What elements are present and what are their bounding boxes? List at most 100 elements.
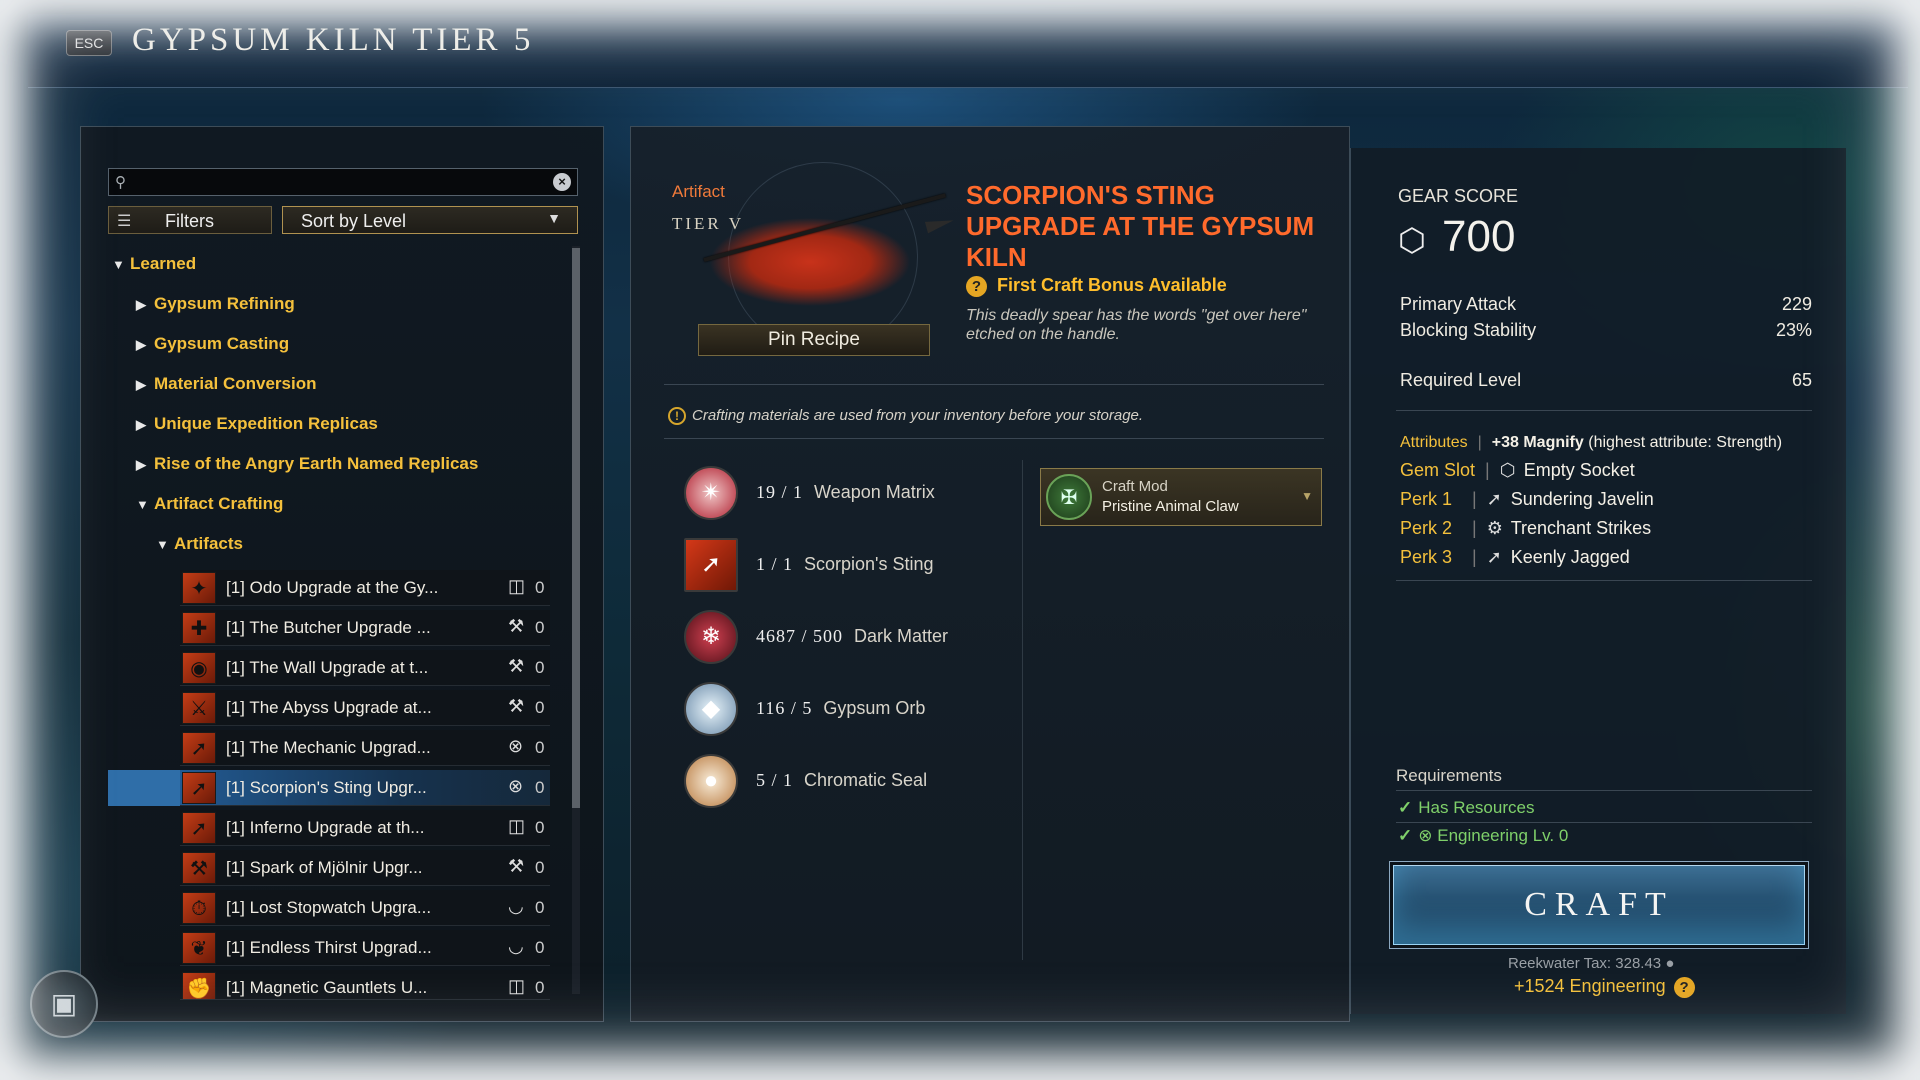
recipe-row[interactable]: ⏱ [1] Lost Stopwatch Upgra... ◡ 0 <box>180 890 550 926</box>
stopwatch-icon: ⏱ <box>182 892 216 924</box>
tree-gypsum-casting[interactable]: ▶ Gypsum Casting <box>136 334 289 354</box>
filters-label: Filters <box>165 211 214 231</box>
divider <box>664 384 1324 385</box>
attributes-bonus: +38 Magnify <box>1491 434 1584 451</box>
stat-label: Primary Attack <box>1400 294 1517 314</box>
clear-search-icon[interactable]: × <box>553 173 571 191</box>
recipe-row[interactable]: ❦ [1] Endless Thirst Upgrad... ◡ 0 <box>180 930 550 966</box>
scorpions-sting-icon: ➚ <box>684 538 738 592</box>
search-box[interactable]: ⚲ × <box>108 168 578 196</box>
info-icon: ! <box>668 407 686 425</box>
craft-button[interactable]: CRAFT <box>1389 861 1809 949</box>
question-icon[interactable]: ? <box>1673 977 1695 998</box>
perk-row: Perk 2 | ⚙ Trenchant Strikes <box>1400 518 1652 538</box>
recipe-row[interactable]: ◉ [1] The Wall Upgrade at t... ⚒ 0 <box>180 650 550 686</box>
perk-value: Trenchant Strikes <box>1510 518 1652 538</box>
divider <box>1396 790 1812 791</box>
tree-material-conversion[interactable]: ▶ Material Conversion <box>136 374 317 394</box>
material-qty: 1 / 1 Scorpion's Sting <box>756 554 934 574</box>
notice-label: Crafting materials are used from your in… <box>692 407 1144 424</box>
tree-learned[interactable]: ▼ Learned <box>112 254 196 274</box>
attributes-label: Attributes <box>1400 434 1468 451</box>
perk-label: Perk 3 <box>1400 547 1453 567</box>
stat-label: Required Level <box>1400 370 1522 390</box>
question-icon[interactable]: ? <box>966 276 987 297</box>
material-row[interactable]: ● 5 / 1 Chromatic Seal <box>684 754 1004 810</box>
chevron-down-icon: ▼ <box>1301 489 1313 503</box>
weaponsmithing-icon: ⚒ <box>508 656 525 676</box>
sliders-icon: ☰ <box>117 213 132 230</box>
page-title: GYPSUM KILN TIER 5 <box>132 22 535 58</box>
recipe-row[interactable]: ✚ [1] The Butcher Upgrade ... ⚒ 0 <box>180 610 550 646</box>
recipe-name: [1] Odo Upgrade at the Gy... <box>226 578 439 597</box>
animal-claw-icon: ✠ <box>1046 474 1092 520</box>
weaponsmithing-icon: ⚒ <box>508 696 525 716</box>
filters-button[interactable]: ☰ Filters <box>108 206 272 234</box>
jewelcrafting-icon: ◡ <box>508 936 524 956</box>
item-flavor-text: This deadly spear has the words "get ove… <box>966 307 1307 343</box>
tree-category-label: Gypsum Casting <box>154 334 290 353</box>
item-title: SCORPION'S STING UPGRADE AT THE GYPSUM K… <box>966 180 1315 272</box>
caret-collapsed-icon: ▶ <box>136 337 146 352</box>
attributes-row: Attributes | +38 Magnify (highest attribut… <box>1400 434 1783 451</box>
recipe-count: 0 <box>535 778 545 797</box>
tree-artifacts[interactable]: ▼ Artifacts <box>156 534 243 554</box>
recipe-row[interactable]: ⚒ [1] Spark of Mjölnir Upgr... ⚒ 0 <box>180 850 550 886</box>
odo-icon: ✦ <box>182 572 216 604</box>
recipe-row[interactable]: ➚ [1] The Mechanic Upgrad... ⊗ 0 <box>180 730 550 766</box>
abyss-icon: ⚔ <box>182 692 216 724</box>
material-row[interactable]: ❄ 4687 / 500 Dark Matter <box>684 610 1004 666</box>
first-craft-bonus: ? First Craft Bonus Available <box>966 275 1227 297</box>
recipe-name: [1] The Abyss Upgrade at... <box>226 698 432 717</box>
recipe-count: 0 <box>535 898 545 917</box>
tree-gypsum-refining[interactable]: ▶ Gypsum Refining <box>136 294 295 314</box>
recipe-row[interactable]: ✊ [1] Magnetic Gauntlets U... ◫ 0 <box>180 970 550 1000</box>
scrollbar-thumb[interactable] <box>572 248 580 808</box>
stat-value: 65 <box>1791 370 1812 390</box>
craft-mod-value: Pristine Animal Claw <box>1102 498 1239 515</box>
recipe-row[interactable]: ⚔ [1] The Abyss Upgrade at... ⚒ 0 <box>180 690 550 726</box>
gem-slot-row: Gem Slot | ⬡ Empty Socket <box>1400 460 1635 480</box>
recipe-count: 0 <box>535 818 545 837</box>
recipe-count: 0 <box>535 738 545 757</box>
engineering-icon: ⊗ <box>508 736 524 756</box>
attributes-note: (highest attribute: Strength) <box>1588 434 1783 451</box>
divider <box>1396 410 1812 411</box>
tree-angry-earth-replicas[interactable]: ▶ Rise of the Angry Earth Named Replicas <box>136 454 478 474</box>
scorpions-sting-icon: ➚ <box>182 772 216 804</box>
sort-dropdown[interactable]: Sort by Level ▼ <box>282 206 578 234</box>
caret-expanded-icon: ▼ <box>136 497 149 512</box>
engineering-icon: ⊗ <box>1418 826 1433 845</box>
item-tier: TIER V <box>672 214 744 233</box>
caret-collapsed-icon: ▶ <box>136 297 146 312</box>
chat-icon[interactable]: ▣ <box>30 970 98 1038</box>
recipe-count: 0 <box>535 938 545 957</box>
material-row[interactable]: ◆ 116 / 5 Gypsum Orb <box>684 682 1004 738</box>
tree-learned-label: Learned <box>130 254 197 273</box>
requirement-engineering: ✓ ⊗ Engineering Lv. 0 <box>1398 826 1568 846</box>
craft-mod-dropdown[interactable]: ✠ Craft Mod Pristine Animal Claw ▼ <box>1040 468 1322 526</box>
material-row[interactable]: ➚ 1 / 1 Scorpion's Sting <box>684 538 1004 594</box>
xp-label: +1524 Engineering <box>1514 976 1666 996</box>
chromatic-seal-icon: ● <box>684 754 738 808</box>
search-input[interactable] <box>139 171 539 193</box>
recipe-count: 0 <box>535 658 545 677</box>
recipe-count: 0 <box>535 698 545 717</box>
gem-slot-value: Empty Socket <box>1523 460 1635 480</box>
pin-recipe-button[interactable]: Pin Recipe <box>698 324 930 356</box>
perk-label: Perk 2 <box>1400 518 1453 538</box>
material-row[interactable]: ✴ 19 / 1 Weapon Matrix <box>684 466 1004 522</box>
recipe-name: [1] Magnetic Gauntlets U... <box>226 978 428 997</box>
material-qty: 4687 / 500 Dark Matter <box>756 626 949 646</box>
recipe-row[interactable]: ➚ [1] Inferno Upgrade at th... ◫ 0 <box>180 810 550 846</box>
jagged-icon: ➚ <box>1486 547 1502 567</box>
tree-artifact-crafting[interactable]: ▼ Artifact Crafting <box>136 494 283 514</box>
tree-unique-expedition-replicas[interactable]: ▶ Unique Expedition Replicas <box>136 414 378 434</box>
caret-collapsed-icon: ▶ <box>136 457 146 472</box>
esc-button[interactable]: ESC <box>66 30 112 56</box>
empty-socket-icon: ⬡ <box>1499 460 1516 480</box>
recipe-row[interactable]: ✦ [1] Odo Upgrade at the Gy... ◫ 0 <box>180 570 550 606</box>
divider <box>664 438 1324 439</box>
recipe-row-selected[interactable]: ➚ [1] Scorpion's Sting Upgr... ⊗ 0 <box>180 770 550 806</box>
armoring-icon: ◫ <box>508 816 526 836</box>
